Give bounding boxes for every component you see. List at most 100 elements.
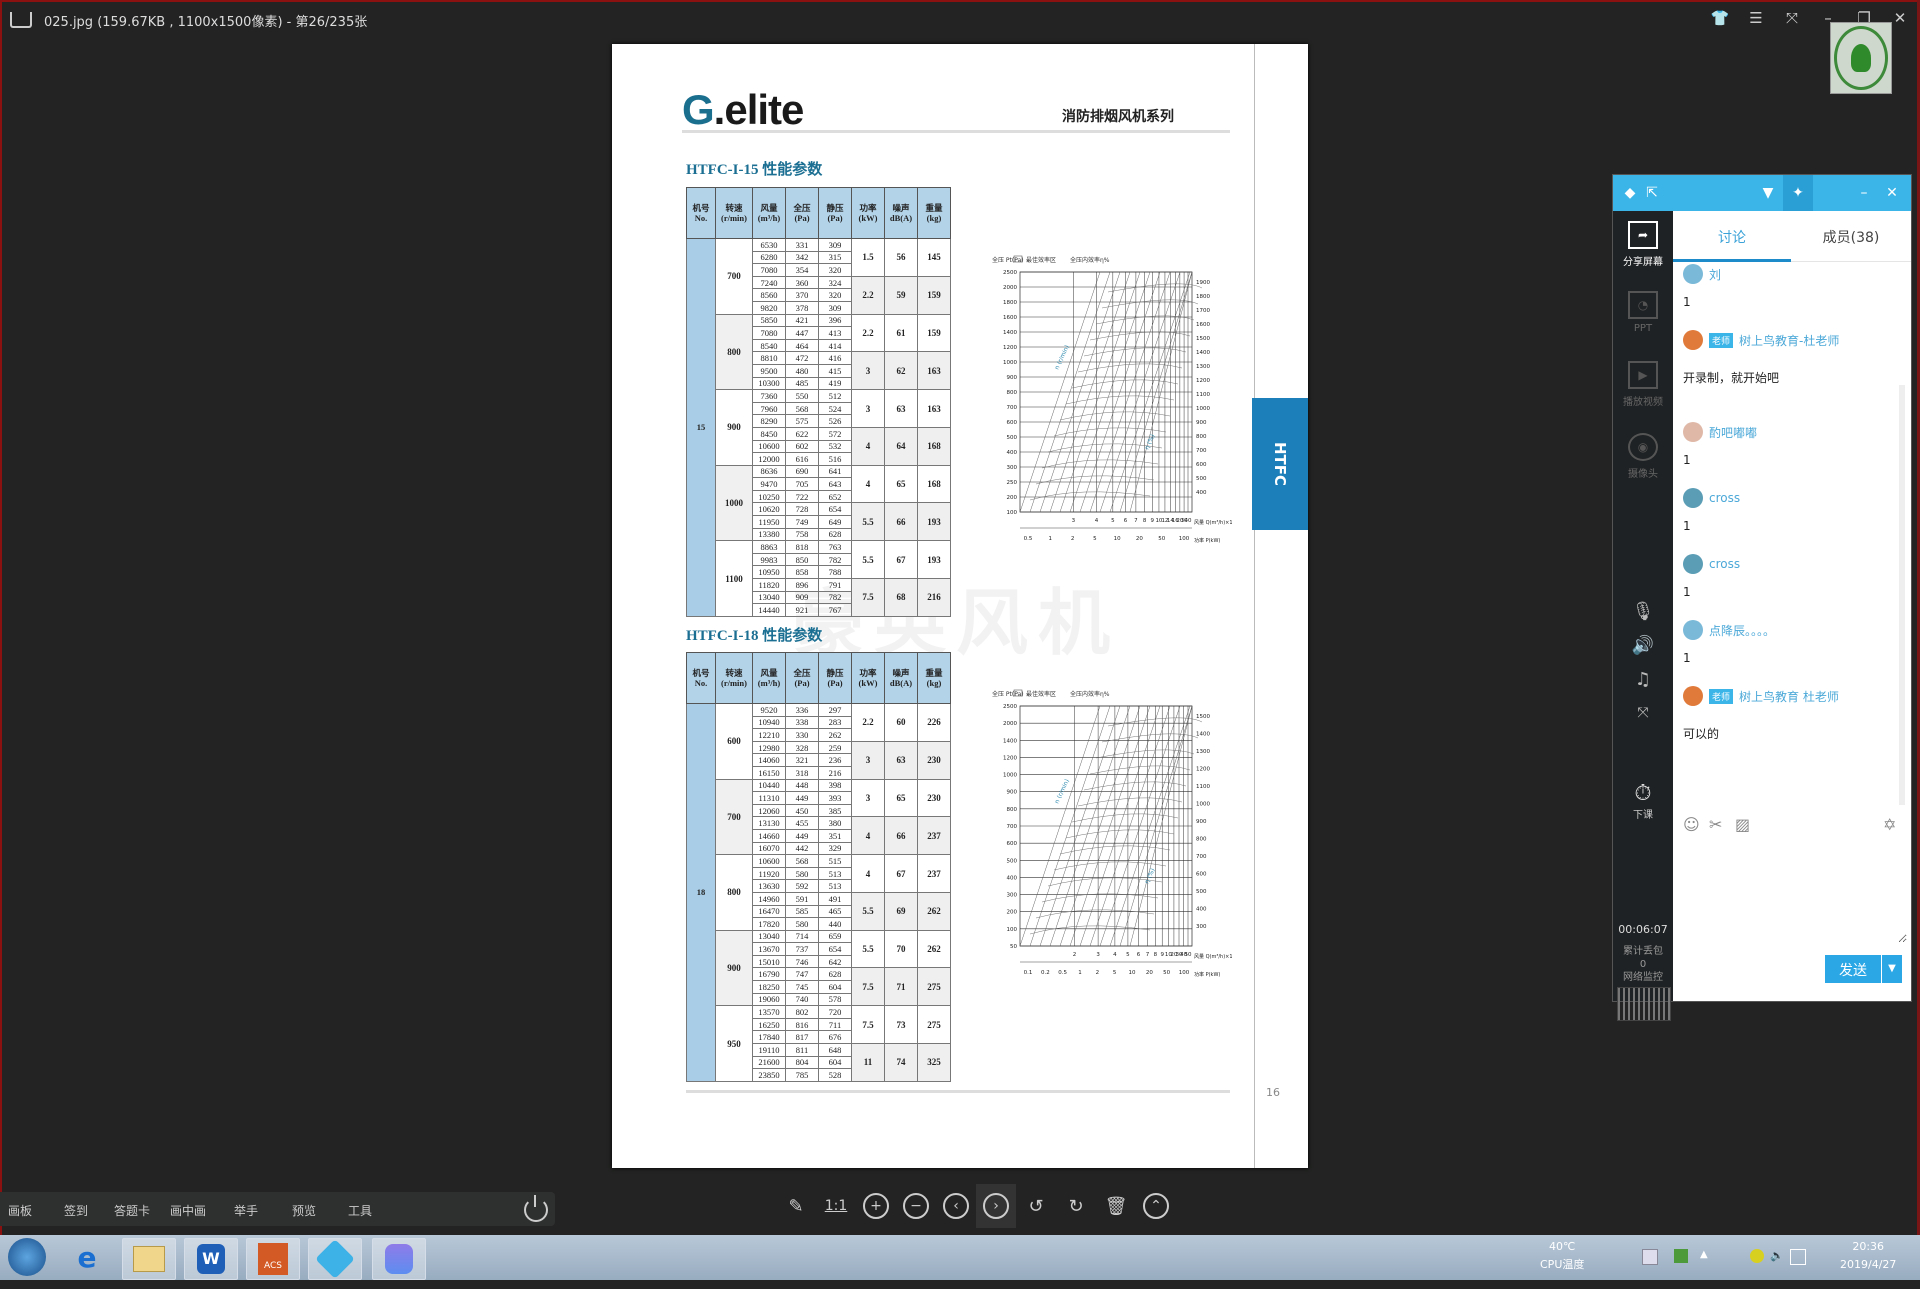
avatar[interactable] bbox=[1683, 686, 1703, 706]
acs-taskbar-button[interactable]: ACS bbox=[246, 1238, 300, 1280]
speed-cell: 700 bbox=[715, 238, 753, 315]
value-cell: 9983 bbox=[752, 552, 786, 567]
sender-name[interactable]: 树上鸟教育 杜老师 bbox=[1739, 688, 1839, 705]
toolbar-sign-in[interactable]: 签到 bbox=[64, 1202, 88, 1219]
clock[interactable]: 20:36 2019/4/27 bbox=[1840, 1238, 1896, 1274]
legend-efficiency: 全压内效率η% bbox=[1070, 256, 1110, 264]
rotate-left-icon[interactable]: ↺ bbox=[1016, 1184, 1056, 1228]
weight-cell: 262 bbox=[917, 929, 951, 969]
avatar[interactable] bbox=[1683, 330, 1703, 350]
network-icon[interactable] bbox=[1790, 1249, 1806, 1265]
speaker-icon[interactable]: 🔊 bbox=[1613, 635, 1673, 656]
minimize-icon[interactable]: – bbox=[1855, 184, 1873, 202]
gallery-taskbar-button[interactable] bbox=[372, 1238, 426, 1280]
sender-name[interactable]: 点降辰。。。。 bbox=[1709, 622, 1775, 639]
fullscreen-icon[interactable]: ⤧ bbox=[1782, 8, 1802, 28]
machine-number: 18 bbox=[686, 703, 716, 1082]
share-icon[interactable]: ⇱ bbox=[1643, 184, 1661, 202]
table-row: 900 7360 550 512 3 63 163 bbox=[687, 389, 951, 466]
music-icon[interactable]: ♫ bbox=[1613, 669, 1673, 690]
x-tick-label: 4 bbox=[1113, 952, 1117, 958]
x2-tick-label: 0.1 bbox=[1024, 970, 1033, 976]
avatar[interactable] bbox=[1683, 554, 1703, 574]
sender-name[interactable]: 刘 bbox=[1709, 266, 1721, 283]
end-class-button[interactable]: ⏱ 下课 bbox=[1613, 781, 1673, 821]
sender-name[interactable]: 树上鸟教育-杜老师 bbox=[1739, 332, 1839, 349]
sender-name[interactable]: cross bbox=[1709, 491, 1740, 505]
avatar[interactable] bbox=[1683, 488, 1703, 508]
actual-size-icon[interactable]: 1:1 bbox=[816, 1184, 856, 1228]
dropdown-icon[interactable]: ▼ bbox=[1759, 184, 1777, 202]
delete-icon[interactable]: 🗑 bbox=[1096, 1184, 1136, 1228]
tab-discussion[interactable]: 讨论 bbox=[1673, 227, 1791, 247]
player-taskbar-button[interactable] bbox=[308, 1238, 362, 1280]
ie-icon[interactable]: e bbox=[70, 1241, 104, 1275]
close-icon[interactable]: ✕ bbox=[1890, 8, 1910, 28]
edit-icon[interactable]: ✎ bbox=[776, 1184, 816, 1228]
message-scrollbar[interactable] bbox=[1899, 385, 1905, 805]
keyboard-icon[interactable] bbox=[1642, 1249, 1658, 1265]
x-tick-label: 5 bbox=[1111, 518, 1115, 524]
close-icon[interactable]: ✕ bbox=[1883, 184, 1901, 202]
gallery-icon bbox=[385, 1244, 413, 1274]
weight-cell: 237 bbox=[917, 816, 951, 856]
expand-icon[interactable]: ⤧ bbox=[1613, 705, 1673, 721]
settings-icon[interactable]: ✡ bbox=[1883, 815, 1896, 834]
value-cell: 13130 bbox=[752, 816, 786, 830]
chat-input[interactable] bbox=[1677, 839, 1907, 943]
value-cell: 14060 bbox=[752, 753, 786, 767]
power-cell: 7.5 bbox=[851, 578, 885, 617]
zoom-in-icon[interactable]: + bbox=[856, 1184, 896, 1228]
camera-button[interactable]: ◉ 摄像头 bbox=[1613, 433, 1673, 480]
avatar[interactable] bbox=[1683, 264, 1703, 284]
chat-panel: ◆ ⇱ ▼ ✦ – ✕ ➦ 分享屏幕 ◔ PPT ▶ 播放视频 ◉ 摄像头 🎙 🔊 ♫ … bbox=[1612, 174, 1912, 1021]
avatar[interactable] bbox=[1683, 422, 1703, 442]
tab-members[interactable]: 成员(38) bbox=[1791, 227, 1911, 247]
value-cell: 7080 bbox=[752, 263, 786, 277]
next-icon[interactable]: › bbox=[976, 1184, 1016, 1228]
sender-name[interactable]: 酌吧嘟嘟 bbox=[1709, 424, 1757, 441]
toolbar-picture-in-picture[interactable]: 画中画 bbox=[170, 1202, 206, 1219]
tray-expand-icon[interactable]: ▲ bbox=[1700, 1249, 1714, 1263]
avatar[interactable] bbox=[1683, 620, 1703, 640]
value-cell: 8863 bbox=[752, 540, 786, 554]
explorer-taskbar-button[interactable] bbox=[122, 1238, 176, 1280]
share-screen-button[interactable]: ➦ 分享屏幕 bbox=[1613, 221, 1673, 268]
prev-icon[interactable]: ‹ bbox=[936, 1184, 976, 1228]
zoom-out-icon[interactable]: − bbox=[896, 1184, 936, 1228]
rotate-right-icon[interactable]: ↻ bbox=[1056, 1184, 1096, 1228]
toolbar-tools[interactable]: 工具 bbox=[348, 1202, 372, 1219]
usb-icon[interactable] bbox=[1674, 1249, 1688, 1263]
value-cell: 262 bbox=[818, 728, 852, 742]
play-video-button[interactable]: ▶ 播放视频 bbox=[1613, 361, 1673, 408]
toolbar-whiteboard[interactable]: 画板 bbox=[8, 1202, 32, 1219]
left-tick-label: 800 bbox=[1007, 807, 1018, 813]
toolbar-raise-hand[interactable]: 举手 bbox=[234, 1202, 258, 1219]
value-cell: 7240 bbox=[752, 275, 786, 290]
menu-icon[interactable]: ☰ bbox=[1746, 8, 1766, 28]
microphone-icon[interactable]: 🎙 bbox=[1613, 601, 1673, 622]
shirt-icon[interactable]: ◆ bbox=[1621, 184, 1639, 202]
volume-icon[interactable]: 🔉 bbox=[1770, 1249, 1784, 1263]
sender-name[interactable]: cross bbox=[1709, 557, 1740, 571]
x-tick-label: 9 bbox=[1160, 952, 1164, 958]
security-icon[interactable] bbox=[1750, 1249, 1764, 1263]
x2-tick-label: 5 bbox=[1113, 970, 1117, 976]
start-button[interactable] bbox=[8, 1238, 46, 1276]
up-icon[interactable]: ⌃ bbox=[1136, 1184, 1176, 1228]
power-icon[interactable] bbox=[524, 1195, 548, 1222]
packet-loss-stat: 累计丢包 0 网络监控 bbox=[1623, 946, 1663, 983]
emoji-icon[interactable]: ☺ bbox=[1683, 815, 1700, 834]
image-icon[interactable]: ▨ bbox=[1735, 815, 1750, 834]
pin-icon[interactable]: ✦ bbox=[1783, 175, 1813, 211]
skin-icon[interactable]: 👕 bbox=[1710, 8, 1730, 28]
legend-label: 最佳效率区 bbox=[1026, 690, 1056, 698]
toolbar-preview[interactable]: 预览 bbox=[292, 1202, 316, 1219]
chat-tool-row: ☺ ✂ ▨ ✡ bbox=[1683, 815, 1903, 837]
send-button[interactable]: 发送 bbox=[1825, 955, 1881, 983]
ppt-button[interactable]: ◔ PPT bbox=[1613, 291, 1673, 334]
toolbar-answer-card[interactable]: 答题卡 bbox=[114, 1202, 150, 1219]
send-options-dropdown[interactable]: ▼ bbox=[1882, 955, 1902, 983]
wps-taskbar-button[interactable]: W bbox=[184, 1238, 238, 1280]
scissors-icon[interactable]: ✂ bbox=[1709, 815, 1722, 834]
